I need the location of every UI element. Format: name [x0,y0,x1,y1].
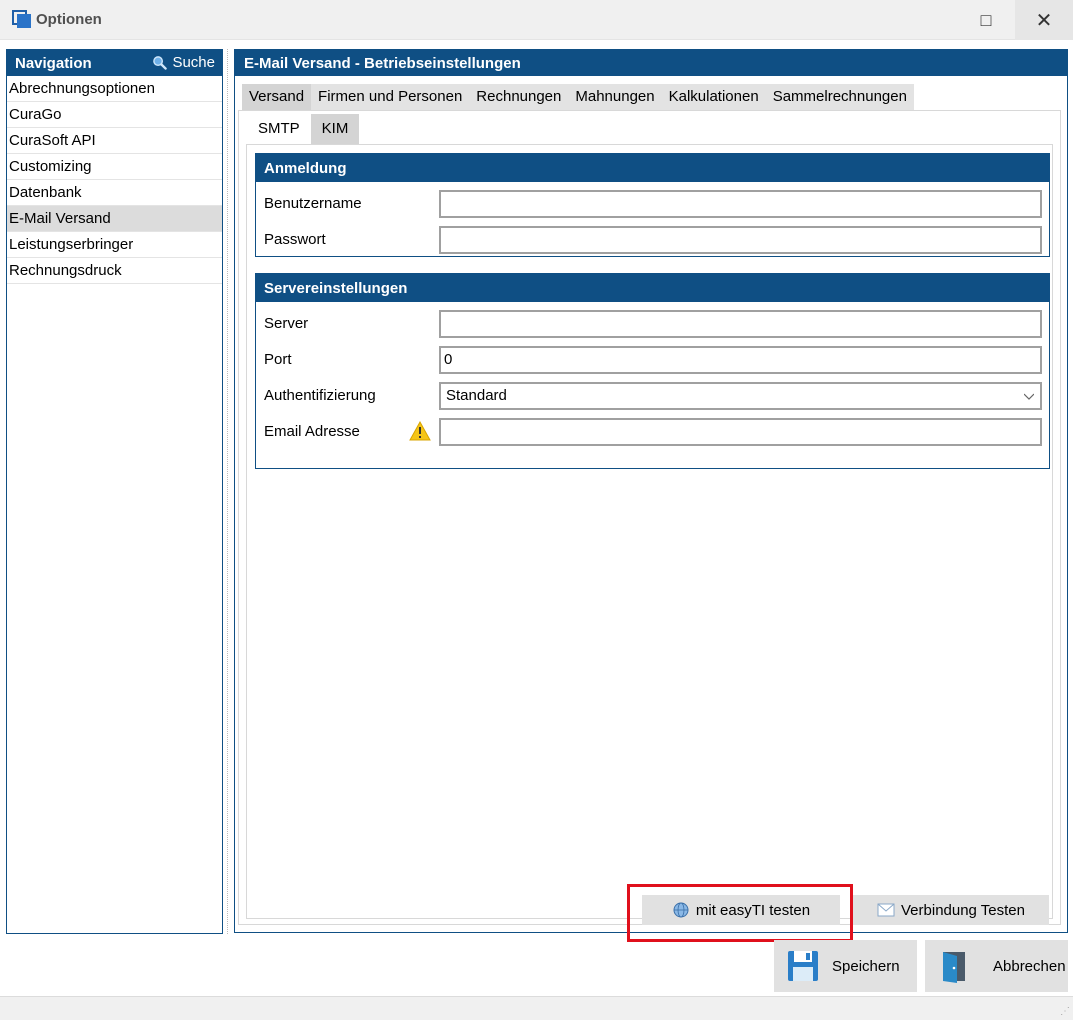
navigation-title: Navigation [15,55,92,72]
tab[interactable]: Rechnungen [469,84,568,110]
subtab[interactable]: SMTP [247,114,311,144]
email-label: Email Adresse [264,423,360,440]
username-field[interactable] [439,190,1042,218]
username-row: Benutzername [256,190,1049,218]
subtab-content: Anmeldung Benutzername Passwort Serverei… [246,144,1053,942]
app-icon [12,10,32,30]
email-field[interactable] [439,418,1042,446]
password-row: Passwort [256,226,1049,254]
group-anmeldung: Anmeldung Benutzername Passwort [255,153,1050,257]
port-field[interactable]: 0 [439,346,1042,374]
globe-icon [673,902,689,918]
navigation-panel: Navigation Suche Abrechnungsoptionen Cura… [6,49,223,934]
easyti-test-label: mit easyTI testen [695,901,811,919]
save-button[interactable]: Speichern [774,940,917,992]
search-button[interactable]: Suche [152,54,215,71]
navigation-list: Abrechnungsoptionen CuraGo CuraSoft API Cus… [7,76,222,284]
floppy-disk-icon [788,951,818,981]
status-bar: ⋰ [0,996,1073,1020]
chevron-down-icon [1024,393,1034,400]
nav-item[interactable]: Customizing [7,154,222,180]
title-bar: Optionen □ ✕ [0,0,1073,40]
settings-panel: E-Mail Versand - Betriebseinstellungen V… [234,49,1068,942]
server-label: Server [264,315,309,332]
tab[interactable]: Firmen und Personen [311,84,469,110]
warning-icon [409,421,431,441]
search-icon [153,56,168,70]
save-label: Speichern [832,957,900,975]
nav-item[interactable]: Abrechnungsoptionen [7,76,222,102]
navigation-header: Navigation Suche [7,50,222,76]
tab[interactable]: Mahnungen [568,84,661,110]
connection-test-button[interactable]: Verbindung Testen [853,895,1049,925]
door-exit-icon [943,952,965,983]
window-title: Optionen [36,11,102,28]
tab-bar: Versand Firmen und Personen Rechnungen Mahn… [242,84,914,110]
settings-title: E-Mail Versand - Betriebseinstellungen [235,50,1067,76]
group-anmeldung-title: Anmeldung [256,154,1049,182]
cancel-button[interactable]: Abbrechen [925,940,1068,992]
server-field[interactable] [439,310,1042,338]
server-row: Server [256,310,1049,338]
subtab-bar: SMTP KIM [247,114,360,144]
password-field[interactable] [439,226,1042,254]
envelope-icon [877,903,895,917]
nav-item[interactable]: Leistungserbringer [7,232,222,258]
resize-grip-icon[interactable]: ⋰ [1060,1006,1070,1017]
password-label: Passwort [264,231,326,248]
username-label: Benutzername [264,195,362,212]
nav-item[interactable]: CuraSoft API [7,128,222,154]
tab[interactable]: Sammelrechnungen [766,84,914,110]
auth-row: Authentifizierung Standard [256,382,1049,410]
cancel-label: Abbrechen [993,957,1066,975]
maximize-button[interactable]: □ [957,0,1015,40]
search-label: Suche [172,54,215,71]
tab[interactable]: Kalkulationen [662,84,766,110]
close-button[interactable]: ✕ [1015,0,1073,40]
subtab[interactable]: KIM [310,114,360,144]
connection-test-label: Verbindung Testen [901,901,1025,919]
port-label: Port [264,351,292,368]
auth-select-value: Standard [446,387,507,404]
tab-content: SMTP KIM Anmeldung Benutzername Passwort … [238,110,1061,942]
tab[interactable]: Versand [242,84,312,110]
group-server-title: Servereinstellungen [256,274,1049,302]
port-row: Port 0 [256,346,1049,374]
auth-label: Authentifizierung [264,387,376,404]
auth-select[interactable]: Standard [439,382,1042,410]
group-servereinstellungen: Servereinstellungen Server Port 0 Authen… [255,273,1050,469]
nav-item[interactable]: CuraGo [7,102,222,128]
nav-item[interactable]: E-Mail Versand [7,206,222,232]
easyti-test-button[interactable]: mit easyTI testen [642,895,840,925]
nav-item[interactable]: Datenbank [7,180,222,206]
panel-splitter[interactable] [227,49,229,934]
nav-item[interactable]: Rechnungsdruck [7,258,222,284]
email-row: Email Adresse [256,418,1049,446]
